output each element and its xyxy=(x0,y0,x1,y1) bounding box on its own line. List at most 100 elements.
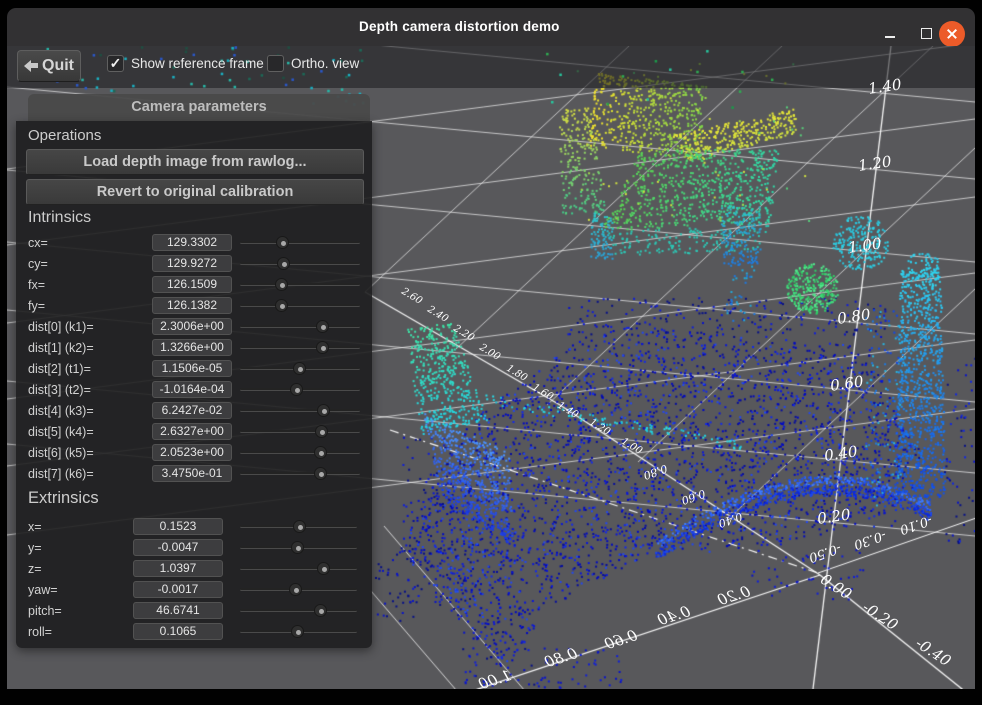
param-slider[interactable] xyxy=(240,403,360,418)
slider-track xyxy=(240,241,360,244)
param-slider[interactable] xyxy=(240,561,357,576)
param-slider[interactable] xyxy=(240,361,360,376)
param-value-field[interactable]: 6.2427e-02 xyxy=(152,402,232,419)
param-value-field[interactable]: 2.6327e+00 xyxy=(152,423,232,440)
param-label: dist[6] (k5)= xyxy=(28,446,94,460)
param-row: dist[7] (k6)=3.4750e-01 xyxy=(16,464,372,485)
param-slider[interactable] xyxy=(240,603,357,618)
ortho-view-checkbox[interactable] xyxy=(267,55,284,72)
slider-knob[interactable] xyxy=(316,320,329,333)
close-button[interactable] xyxy=(939,21,965,47)
param-value-field[interactable]: 3.4750e-01 xyxy=(152,465,232,482)
app-window: Depth camera distortion demo 1.401.201.0… xyxy=(0,0,982,705)
slider-knob[interactable] xyxy=(276,236,289,249)
param-row: fy=126.1382 xyxy=(16,296,372,317)
slider-knob[interactable] xyxy=(314,446,327,459)
show-reference-frame-option: ✓ Show reference frame xyxy=(107,55,264,72)
slider-knob[interactable] xyxy=(293,362,306,375)
param-value-field[interactable]: 126.1382 xyxy=(152,297,232,314)
param-label: y= xyxy=(28,541,42,555)
slider-knob[interactable] xyxy=(277,257,290,270)
slider-knob[interactable] xyxy=(314,467,327,480)
slider-knob[interactable] xyxy=(291,541,304,554)
param-value-field[interactable]: 0.1065 xyxy=(133,623,223,640)
param-label: roll= xyxy=(28,625,52,639)
param-row: cx= 129.3302 xyxy=(16,233,372,254)
ortho-view-label: Ortho. view xyxy=(291,56,359,71)
slider-knob[interactable] xyxy=(275,278,288,291)
param-value-field[interactable]: -1.0164e-04 xyxy=(152,381,232,398)
param-slider[interactable] xyxy=(240,319,360,334)
param-slider[interactable] xyxy=(240,466,360,481)
revert-calibration-button[interactable]: Revert to original calibration xyxy=(26,179,364,205)
window-title: Depth camera distortion demo xyxy=(359,19,560,34)
slider-track xyxy=(240,451,360,454)
param-slider[interactable] xyxy=(240,340,360,355)
param-value-field[interactable]: 1.0397 xyxy=(133,560,223,577)
param-row: x=0.1523 xyxy=(16,517,372,538)
param-label: cx= xyxy=(28,236,48,250)
param-slider[interactable] xyxy=(240,624,357,639)
param-slider[interactable] xyxy=(240,382,360,397)
slider-knob[interactable] xyxy=(290,383,303,396)
slider-track xyxy=(240,409,360,412)
intrinsics-section-label: Intrinsics xyxy=(28,209,91,227)
slider-knob[interactable] xyxy=(289,583,302,596)
ortho-view-option: Ortho. view xyxy=(267,55,359,72)
param-slider[interactable] xyxy=(240,235,360,250)
quit-arrow-icon xyxy=(24,61,37,71)
param-value-field[interactable]: 1.1506e-05 xyxy=(152,360,232,377)
param-label: dist[3] (t2)= xyxy=(28,383,91,397)
param-value-field[interactable]: 129.3302 xyxy=(152,234,232,251)
param-label: cy= xyxy=(28,257,48,271)
maximize-button[interactable] xyxy=(914,21,938,45)
operations-section-label: Operations xyxy=(28,127,101,144)
param-value-field[interactable]: 129.9272 xyxy=(152,255,232,272)
show-reference-frame-checkbox[interactable]: ✓ xyxy=(107,55,124,72)
slider-knob[interactable] xyxy=(314,604,327,617)
param-value-field[interactable]: 0.1523 xyxy=(133,518,223,535)
param-value-field[interactable]: -0.0017 xyxy=(133,581,223,598)
camera-parameters-header[interactable]: Camera parameters xyxy=(28,94,370,121)
param-value-field[interactable]: 2.0523e+00 xyxy=(152,444,232,461)
slider-knob[interactable] xyxy=(317,404,330,417)
slider-track xyxy=(240,430,360,433)
param-row: z= 1.0397 xyxy=(16,559,372,580)
camera-parameters-panel: Operations Load depth image from rawlog.… xyxy=(16,121,372,648)
param-row: dist[6] (k5)= 2.0523e+00 xyxy=(16,443,372,464)
slider-track xyxy=(240,304,360,307)
slider-knob[interactable] xyxy=(315,425,328,438)
param-value-field[interactable]: 46.6741 xyxy=(133,602,223,619)
param-slider[interactable] xyxy=(240,256,360,271)
param-label: dist[5] (k4)= xyxy=(28,425,94,439)
param-value-field[interactable]: 1.3266e+00 xyxy=(152,339,232,356)
param-slider[interactable] xyxy=(240,582,357,597)
maximize-icon xyxy=(921,28,932,39)
slider-track xyxy=(240,346,360,349)
load-depth-image-button[interactable]: Load depth image from rawlog... xyxy=(26,149,364,175)
param-label: dist[1] (k2)= xyxy=(28,341,94,355)
param-slider[interactable] xyxy=(240,540,357,555)
param-slider[interactable] xyxy=(240,519,357,534)
slider-knob[interactable] xyxy=(293,520,306,533)
slider-knob[interactable] xyxy=(317,562,330,575)
param-value-field[interactable]: 126.1509 xyxy=(152,276,232,293)
minimize-button[interactable] xyxy=(878,21,902,45)
slider-knob[interactable] xyxy=(316,341,329,354)
param-label: dist[0] (k1)= xyxy=(28,320,94,334)
param-value-field[interactable]: 2.3006e+00 xyxy=(152,318,232,335)
quit-label: Quit xyxy=(42,57,74,75)
slider-knob[interactable] xyxy=(275,299,288,312)
param-slider[interactable] xyxy=(240,277,360,292)
param-slider[interactable] xyxy=(240,298,360,313)
param-label: fx= xyxy=(28,278,45,292)
quit-button[interactable]: Quit xyxy=(17,50,81,82)
title-bar: Depth camera distortion demo xyxy=(7,8,975,46)
slider-knob[interactable] xyxy=(291,625,304,638)
param-label: z= xyxy=(28,562,42,576)
param-row: y= -0.0047 xyxy=(16,538,372,559)
param-value-field[interactable]: -0.0047 xyxy=(133,539,223,556)
slider-track xyxy=(240,609,357,612)
param-slider[interactable] xyxy=(240,424,360,439)
param-slider[interactable] xyxy=(240,445,360,460)
